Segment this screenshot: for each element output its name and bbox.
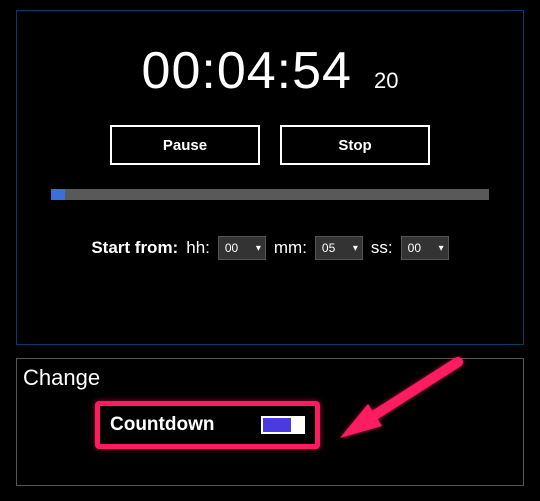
mm-label: mm:: [274, 238, 307, 258]
chevron-down-icon: ▾: [256, 243, 261, 254]
time-display-row: 00:04:54 20: [17, 41, 523, 101]
timer-sub-time: 20: [374, 68, 398, 94]
pause-button[interactable]: Pause: [110, 125, 260, 165]
hh-value: 00: [225, 241, 238, 255]
toggle-thumb: [291, 418, 303, 432]
timer-main-time: 00:04:54: [142, 41, 352, 101]
mm-select[interactable]: 05 ▾: [315, 236, 363, 260]
progress-bar[interactable]: [51, 189, 489, 200]
change-panel: Change Countdown: [16, 358, 524, 486]
mm-value: 05: [322, 241, 335, 255]
countdown-toggle[interactable]: [261, 416, 305, 434]
timer-panel: 00:04:54 20 Pause Stop Start from: hh: 0…: [16, 10, 524, 345]
ss-select[interactable]: 00 ▾: [401, 236, 449, 260]
timer-button-row: Pause Stop: [17, 125, 523, 165]
stop-button[interactable]: Stop: [280, 125, 430, 165]
hh-select[interactable]: 00 ▾: [218, 236, 266, 260]
hh-label: hh:: [186, 238, 210, 258]
start-from-label: Start from:: [91, 238, 178, 258]
change-title: Change: [17, 359, 523, 391]
progress-fill: [51, 189, 65, 200]
start-from-row: Start from: hh: 00 ▾ mm: 05 ▾ ss: 00 ▾: [17, 236, 523, 260]
ss-value: 00: [408, 241, 421, 255]
countdown-highlight-box: Countdown: [95, 401, 320, 449]
countdown-label: Countdown: [110, 414, 214, 436]
ss-label: ss:: [371, 238, 393, 258]
chevron-down-icon: ▾: [353, 243, 358, 254]
chevron-down-icon: ▾: [439, 243, 444, 254]
